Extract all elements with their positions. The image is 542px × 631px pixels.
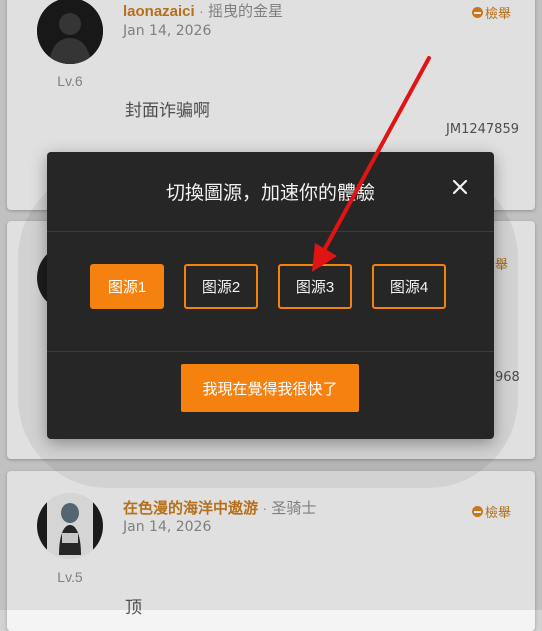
source-button-3[interactable]: 图源3 [278,264,352,309]
confirm-fast-button[interactable]: 我現在覺得我很快了 [181,364,359,412]
source-button-1[interactable]: 图源1 [90,264,164,309]
divider [47,231,494,232]
divider [47,351,494,352]
image-source-dialog: 切換圖源，加速你的體驗 图源1 图源2 图源3 图源4 我現在覺得我很快了 [47,152,494,439]
dialog-title: 切換圖源，加速你的體驗 [165,183,375,204]
source-button-2[interactable]: 图源2 [184,264,258,309]
source-button-4[interactable]: 图源4 [372,264,446,309]
close-icon[interactable] [451,178,469,196]
